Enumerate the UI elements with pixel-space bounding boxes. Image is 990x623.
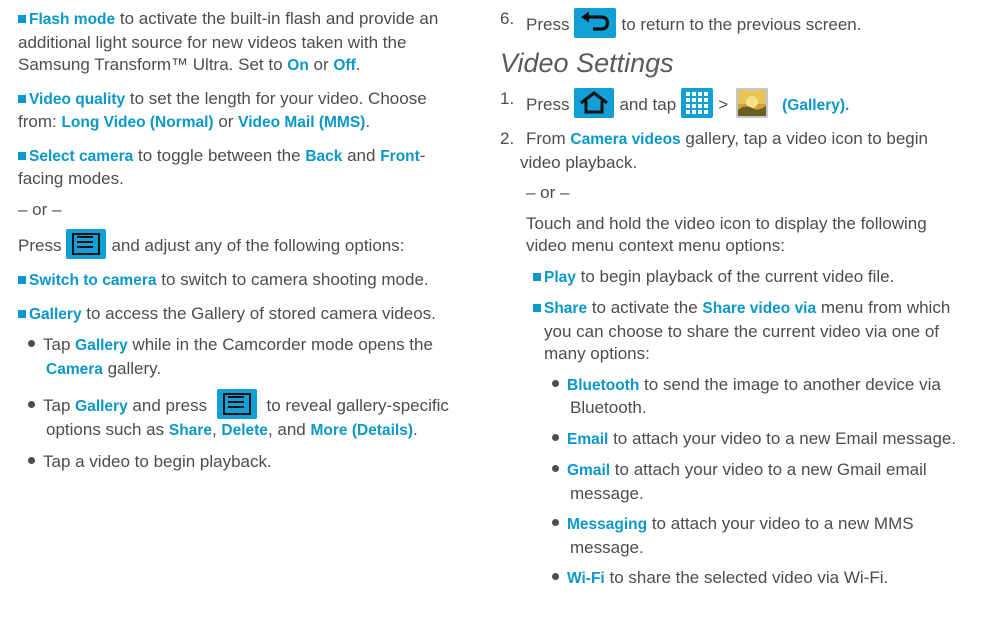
bullet-dot	[552, 573, 559, 580]
right-column: 6. Press to return to the previous screen…	[500, 0, 970, 591]
step-6: 6. Press to return to the previous screen…	[500, 8, 970, 38]
gallery-item: Gallery to access the Gallery of stored …	[18, 303, 464, 327]
bullet-square	[18, 15, 26, 23]
term-gallery: Gallery	[29, 305, 82, 323]
bullet-square	[533, 272, 541, 281]
bullet-dot	[28, 456, 35, 464]
term-flash-mode: Flash mode	[29, 11, 116, 28]
or-separator: – or –	[526, 183, 570, 202]
term-play: Play	[544, 268, 576, 286]
term-share: Share	[544, 300, 588, 317]
switch-to-camera-item: Switch to camera to switch to camera sho…	[18, 269, 464, 293]
home-icon	[574, 88, 615, 118]
share-option-wifi: Wi-Fi to share the selected video via Wi…	[500, 567, 970, 591]
back-arrow-icon-graphic	[581, 11, 610, 31]
share-option-bluetooth: Bluetooth to send the image to another d…	[500, 374, 970, 420]
bullet-dot	[552, 433, 559, 441]
bullet-square	[18, 151, 26, 160]
video-quality-item: Video quality to set the length for your…	[18, 88, 427, 131]
left-column: Flash mode to activate the built-in flas…	[18, 0, 464, 473]
gallery-sub-item-2: Tap Gallery and press to reveal gallery-…	[18, 389, 464, 443]
menu-icon	[216, 389, 257, 419]
home-icon-graphic	[580, 91, 609, 114]
flash-mode-item: Flash mode to activate the built-in flas…	[18, 9, 439, 74]
menu-icon	[66, 229, 107, 259]
term-video-quality: Video quality	[29, 90, 126, 108]
bullet-square	[18, 276, 26, 284]
gallery-label: (Gallery).	[782, 97, 850, 114]
share-item: Share to activate the Share video via me…	[500, 297, 970, 366]
step-1: 1. Press and tap > (Gallery).	[500, 88, 970, 118]
bullet-square	[18, 94, 26, 103]
press-menu-line: Press and adjust any of the following opt…	[18, 229, 464, 259]
section-heading: Video Settings	[500, 48, 674, 78]
gallery-icon	[736, 88, 769, 118]
term-select-camera: Select camera	[29, 147, 134, 165]
bullet-dot	[28, 401, 35, 408]
gallery-icon-graphic	[738, 90, 767, 116]
select-camera-item: Select camera to toggle between the Back…	[18, 145, 426, 188]
apps-grid-icon	[681, 88, 714, 118]
touch-hold-text: Touch and hold the video icon to display…	[526, 213, 927, 256]
bullet-dot	[552, 465, 559, 472]
share-option-email: Email to attach your video to a new Emai…	[500, 428, 970, 452]
bullet-dot	[552, 379, 559, 387]
bullet-dot	[28, 340, 35, 347]
share-option-gmail: Gmail to attach your video to a new Gmai…	[500, 459, 970, 505]
bullet-square	[533, 304, 541, 312]
back-arrow-icon	[574, 8, 617, 38]
gallery-sub-item-1: Tap Gallery while in the Camcorder mode …	[18, 334, 464, 381]
step-2: 2. From Camera videos gallery, tap a vide…	[500, 129, 928, 172]
bullet-square	[18, 309, 26, 318]
bullet-dot	[552, 519, 559, 526]
gallery-sub-item-3: Tap a video to begin playback.	[18, 451, 464, 474]
play-item: Play to begin playback of the current vi…	[500, 266, 970, 290]
term-switch-to-camera: Switch to camera	[29, 272, 157, 289]
or-separator: – or –	[18, 199, 62, 219]
share-option-messaging: Messaging to attach your video to a new …	[500, 513, 970, 559]
apps-grid-icon-graphic	[686, 92, 709, 114]
